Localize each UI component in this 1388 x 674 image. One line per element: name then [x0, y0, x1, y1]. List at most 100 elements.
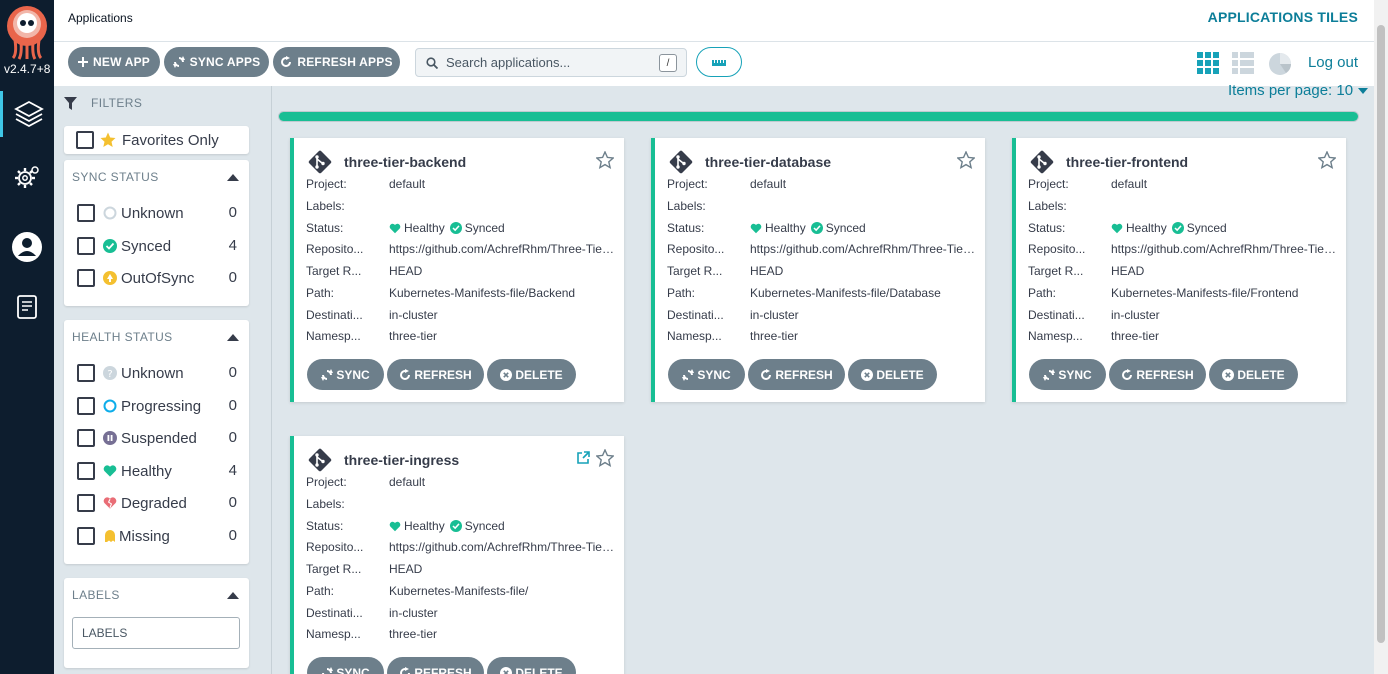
health-filter-healthy[interactable]: Healthy 4	[77, 460, 237, 482]
labels-input[interactable]	[72, 617, 240, 649]
sync-icon	[321, 368, 334, 381]
sync-icon	[322, 666, 334, 674]
favorite-star-icon[interactable]	[595, 448, 615, 472]
sync-apps-button[interactable]: SYNC APPS	[164, 47, 269, 77]
out-of-sync-icon	[103, 271, 117, 285]
health-filter-degraded[interactable]: Degraded 0	[77, 492, 237, 514]
circle-outline-icon	[103, 206, 117, 220]
argo-logo-icon[interactable]	[5, 4, 49, 60]
status-row: Status: Healthy Synced	[306, 221, 505, 235]
status-row: Status: Healthy Synced	[667, 221, 866, 235]
refresh-icon	[1122, 368, 1133, 380]
delete-button[interactable]: DELETE	[1209, 359, 1298, 390]
refresh-button[interactable]: REFRESH	[1109, 359, 1206, 390]
refresh-icon	[400, 666, 411, 674]
search-shortcut-hint: /	[659, 54, 677, 72]
search-icon	[426, 56, 438, 69]
list-view-icon[interactable]	[1232, 52, 1254, 79]
refresh-button[interactable]: REFRESH	[387, 359, 484, 390]
health-filter-suspended[interactable]: Suspended 0	[77, 427, 237, 449]
app-name[interactable]: three-tier-frontend	[1066, 154, 1188, 170]
question-circle-icon: ?	[103, 366, 117, 380]
plus-icon	[78, 57, 89, 67]
filter-icon	[64, 96, 77, 110]
times-circle-icon	[1222, 368, 1235, 381]
search-input[interactable]	[446, 55, 646, 70]
app-name[interactable]: three-tier-ingress	[344, 452, 459, 468]
nav-settings[interactable]	[0, 155, 54, 201]
destination-row: Destinati... in-cluster	[306, 606, 438, 620]
health-status-text: Healthy	[404, 519, 445, 533]
pause-circle-icon	[103, 431, 117, 445]
new-app-button[interactable]: NEW APP	[68, 47, 160, 77]
collapse-caret-icon[interactable]	[227, 592, 239, 599]
favorite-star-icon[interactable]	[595, 150, 615, 174]
breadcrumb[interactable]: Applications	[68, 11, 133, 25]
nav-user-info[interactable]	[0, 224, 54, 270]
star-filled-icon	[100, 132, 116, 147]
health-status-filter: HEALTH STATUS ? Unknown 0 Progressing 0 …	[64, 320, 249, 564]
health-filter-unknown[interactable]: ? Unknown 0	[77, 362, 237, 384]
sync-filter-unknown[interactable]: Unknown 0	[77, 202, 237, 224]
app-tile[interactable]: three-tier-frontend Project: default Labe…	[1012, 138, 1346, 402]
items-per-page-select[interactable]: Items per page: 10	[1228, 82, 1369, 99]
tiles-view-icon[interactable]	[1197, 52, 1219, 79]
book-icon	[17, 295, 37, 319]
git-icon	[308, 448, 332, 477]
app-tile[interactable]: three-tier-ingress Project: default Label…	[290, 436, 624, 674]
collapse-caret-icon[interactable]	[227, 174, 239, 181]
app-name[interactable]: three-tier-backend	[344, 154, 466, 170]
check-circle-icon	[810, 222, 823, 234]
sync-button[interactable]: SYNC	[1029, 359, 1106, 390]
favorites-checkbox[interactable]	[76, 131, 94, 149]
external-link-icon[interactable]	[577, 451, 590, 469]
expand-filters-toggle[interactable]	[696, 47, 742, 77]
broken-heart-icon	[103, 496, 117, 510]
user-icon	[12, 232, 42, 262]
sync-button[interactable]: SYNC	[307, 657, 384, 674]
project-row: Project: default	[667, 177, 787, 191]
sync-button[interactable]: SYNC	[307, 359, 384, 390]
favorites-only-filter[interactable]: Favorites Only	[64, 126, 249, 154]
collapse-caret-icon[interactable]	[227, 334, 239, 341]
health-filter-missing[interactable]: Missing 0	[77, 525, 237, 547]
sync-icon	[1043, 368, 1056, 381]
favorite-star-icon[interactable]	[1317, 150, 1337, 174]
app-tile[interactable]: three-tier-database Project: default Labe…	[651, 138, 985, 402]
delete-button[interactable]: DELETE	[487, 657, 576, 674]
page-scrollbar[interactable]	[1374, 0, 1388, 674]
health-status-text: Healthy	[1126, 221, 1167, 235]
logout-link[interactable]: Log out	[1308, 54, 1358, 71]
refresh-icon	[281, 56, 292, 67]
filters-panel: FILTERS Favorites Only SYNC STATUS Unkno…	[54, 86, 272, 674]
repository-row: Reposito... https://github.com/AchrefRhm/…	[306, 540, 614, 554]
sync-filter-synced[interactable]: Synced 4	[77, 235, 237, 257]
sync-filter-outofsync[interactable]: OutOfSync 0	[77, 267, 237, 289]
refresh-button[interactable]: REFRESH	[387, 657, 484, 674]
repository-row: Reposito... https://github.com/AchrefRhm/…	[306, 242, 614, 256]
path-row: Path: Kubernetes-Manifests-file/Frontend	[1028, 286, 1299, 300]
git-icon	[669, 150, 693, 179]
summary-view-icon[interactable]	[1268, 52, 1292, 81]
app-tile[interactable]: three-tier-backend Project: default Label…	[290, 138, 624, 402]
times-circle-icon	[500, 666, 513, 674]
favorite-star-icon[interactable]	[956, 150, 976, 174]
refresh-apps-button[interactable]: REFRESH APPS	[273, 47, 400, 77]
nav-applications[interactable]	[0, 91, 54, 137]
left-nav: v2.4.7+8	[0, 0, 54, 674]
nav-documentation[interactable]	[0, 284, 54, 330]
git-icon	[1030, 150, 1054, 179]
health-filter-progressing[interactable]: Progressing 0	[77, 395, 237, 417]
sync-status-filter: SYNC STATUS Unknown 0 Synced 4 OutOfSync…	[64, 160, 249, 306]
progress-fill	[279, 112, 1358, 121]
chevron-down-icon	[1358, 88, 1369, 95]
sync-button[interactable]: SYNC	[668, 359, 745, 390]
status-row: Status: Healthy Synced	[1028, 221, 1227, 235]
delete-button[interactable]: DELETE	[487, 359, 576, 390]
repository-row: Reposito... https://github.com/AchrefRhm/…	[667, 242, 975, 256]
app-name[interactable]: three-tier-database	[705, 154, 831, 170]
labels-row: Labels:	[667, 199, 706, 213]
delete-button[interactable]: DELETE	[848, 359, 937, 390]
refresh-button[interactable]: REFRESH	[748, 359, 845, 390]
gears-icon	[15, 166, 39, 188]
